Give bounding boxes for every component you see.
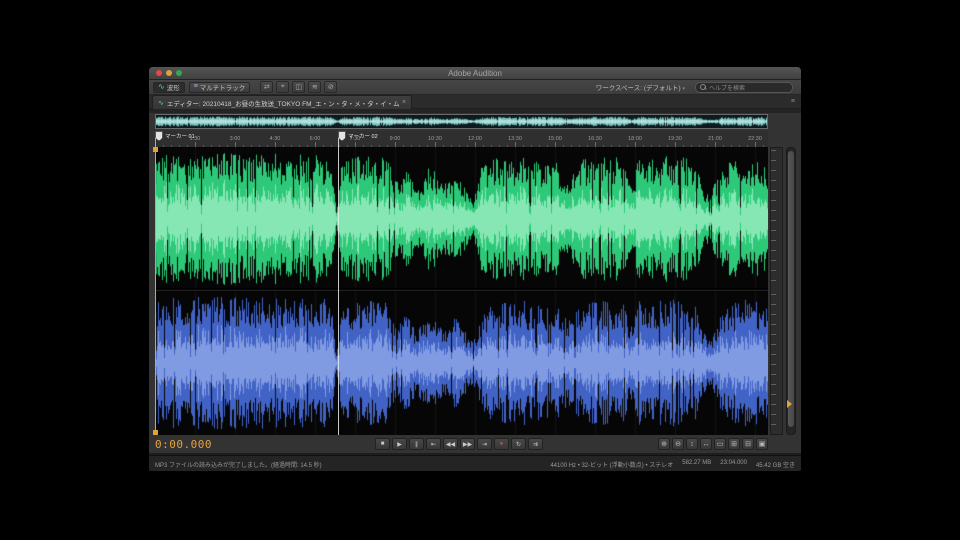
free-disk-space: 45.42 GB 空き (755, 462, 795, 469)
title-bar[interactable]: Adobe Audition (149, 67, 801, 80)
go-to-start-button[interactable]: ⇤ (426, 438, 441, 450)
ruler-time-label: 13:30 (508, 136, 522, 142)
marker-02-label: マーカー 02 (348, 134, 378, 140)
transport-bar: 0:00.000 ■ ▶ ∥ ⇤ ◀◀ ▶▶ ⇥ ● ↻ ⇉ ⊕ ⊖ ↕ ↔ ▭ ⊞ ⊟ ▣ (149, 437, 801, 452)
stereo-waveform-canvas (155, 147, 768, 435)
marker-flag-icon[interactable] (338, 131, 346, 141)
format-info: 44100 Hz • 32-ビット (浮動小数点) • ステレオ (550, 462, 674, 469)
status-bar: MP3 ファイルの読み込みが完了しました。(経過時間: 14.5 秒) 4410… (149, 455, 801, 471)
marker-position-line (338, 131, 339, 435)
waveform-icon: ∿ (158, 82, 165, 91)
help-search-input[interactable]: ヘルプを検索 (695, 81, 793, 93)
time-display: 0:00.000 (155, 438, 212, 451)
tool-icon-group: ⇄ ⌖ ◫ ≋ ⊘ (260, 81, 338, 93)
panel-menu-icon[interactable]: ≡ (791, 98, 796, 105)
waveform-view-label: 波形 (166, 85, 180, 92)
ruler-time-label: 19:30 (668, 136, 682, 142)
zoom-out-vertical-button[interactable]: ↔ (700, 438, 712, 450)
ruler-time-label: 16:30 (588, 136, 602, 142)
file-info: 44100 Hz • 32-ビット (浮動小数点) • ステレオ 582.27 … (550, 460, 795, 469)
playhead-bottom-handle[interactable] (153, 430, 158, 435)
vertical-scrollbar[interactable] (786, 147, 796, 435)
ruler-time-label: 10:30 (428, 136, 442, 142)
amplitude-ruler (770, 147, 783, 435)
video-frame: Adobe Audition ∿ 波形 ≡ マルチトラック ⇄ ⌖ ◫ ≋ ⊘ ワークス… (0, 0, 960, 540)
ruler-time-label: 3:00 (229, 136, 241, 142)
file-duration: 23:04.000 (720, 459, 747, 466)
zoom-in-horizontal-button[interactable]: ⊕ (658, 438, 670, 450)
slip-tool-icon[interactable]: ⊘ (324, 81, 338, 93)
loop-playback-button[interactable]: ↻ (511, 438, 526, 450)
search-placeholder: ヘルプを検索 (709, 85, 746, 92)
file-size: 582.27 MB (682, 459, 712, 466)
audio-file-icon: ∿ (158, 99, 164, 107)
marker-flag-icon[interactable] (155, 131, 163, 141)
search-icon (700, 84, 706, 90)
rewind-button[interactable]: ◀◀ (443, 438, 458, 450)
ruler-time-label: 21:00 (708, 136, 722, 142)
close-tab-icon[interactable]: × (402, 99, 406, 106)
editor-tab-label: エディター: 20210418_お昼の生放送_TOKYO FM_エ・ン・タ・メ・… (166, 100, 399, 108)
zoom-out-horizontal-button[interactable]: ⊖ (672, 438, 684, 450)
ruler-time-label: 6:00 (309, 136, 321, 142)
editor-tab[interactable]: ∿ エディター: 20210418_お昼の生放送_TOKYO FM_エ・ン・タ・… (152, 95, 412, 109)
multitrack-view-label: マルチトラック (199, 85, 246, 92)
vertical-scrollbar-thumb[interactable] (788, 151, 794, 427)
overview-waveform (156, 115, 767, 128)
selection-marker-icon (787, 400, 792, 408)
zoom-out-selection-button[interactable]: ⊟ (742, 438, 754, 450)
stop-button[interactable]: ■ (375, 438, 390, 450)
marker-02[interactable]: マーカー 02 (338, 131, 378, 141)
tab-bar: ∿ エディター: 20210418_お昼の生放送_TOKYO FM_エ・ン・タ・… (149, 95, 801, 109)
panel-divider (149, 109, 801, 113)
spectral-display-icon[interactable]: ≋ (308, 81, 322, 93)
skip-selection-button[interactable]: ⇉ (528, 438, 543, 450)
transport-buttons: ■ ▶ ∥ ⇤ ◀◀ ▶▶ ⇥ ● ↻ ⇉ (375, 438, 543, 450)
marker-01[interactable]: マーカー 01 (155, 131, 195, 141)
ruler-time-label: 4:30 (269, 136, 281, 142)
zoom-in-selection-button[interactable]: ▭ (714, 438, 726, 450)
record-button[interactable]: ● (494, 438, 509, 450)
waveform-display[interactable] (155, 147, 768, 435)
chevron-down-icon: ▾ (682, 86, 685, 92)
zoom-selection-button[interactable]: ⊞ (728, 438, 740, 450)
letterbox-bottom (0, 487, 960, 540)
status-message: MP3 ファイルの読み込みが完了しました。(経過時間: 14.5 秒) (155, 462, 322, 469)
pause-button[interactable]: ∥ (409, 438, 424, 450)
razor-tool-icon[interactable]: ◫ (292, 81, 306, 93)
fast-forward-button[interactable]: ▶▶ (460, 438, 475, 450)
ruler-time-label: 18:00 (628, 136, 642, 142)
move-tool-icon[interactable]: ⇄ (260, 81, 274, 93)
window-title: Adobe Audition (448, 69, 502, 78)
letterbox-top (0, 0, 960, 64)
zoom-buttons: ⊕ ⊖ ↕ ↔ ▭ ⊞ ⊟ ▣ (658, 438, 768, 450)
multitrack-view-button[interactable]: ≡ マルチトラック (188, 81, 251, 93)
workspace-label: ワークスペース: (デフォルト) (595, 85, 681, 92)
waveform-view-button[interactable]: ∿ 波形 (153, 81, 185, 93)
ruler-time-label: 9:00 (389, 136, 401, 142)
audition-window: Adobe Audition ∿ 波形 ≡ マルチトラック ⇄ ⌖ ◫ ≋ ⊘ ワークス… (149, 67, 801, 471)
ruler-time-label: 22:30 (748, 136, 762, 142)
workspace-selector[interactable]: ワークスペース: (デフォルト) ▾ (596, 82, 685, 92)
play-button[interactable]: ▶ (392, 438, 407, 450)
time-selection-tool-icon[interactable]: ⌖ (276, 81, 290, 93)
playhead-line[interactable] (155, 131, 156, 435)
waveform-overview-navigator[interactable] (155, 114, 768, 129)
ruler-time-label: 15:00 (548, 136, 562, 142)
go-to-end-button[interactable]: ⇥ (477, 438, 492, 450)
zoom-in-vertical-button[interactable]: ↕ (686, 438, 698, 450)
multitrack-icon: ≡ (193, 83, 198, 90)
toolbar: ∿ 波形 ≡ マルチトラック ⇄ ⌖ ◫ ≋ ⊘ ワークスペース: (デフォルト) ▾ … (149, 80, 801, 95)
zoom-full-button[interactable]: ▣ (756, 438, 768, 450)
playhead-top-handle[interactable] (153, 147, 158, 152)
timeline-ruler[interactable]: 1:30 3:00 4:30 6:00 7:30 9:00 10:30 12:00 13:30 1… (155, 131, 768, 148)
ruler-time-label: 12:00 (468, 136, 482, 142)
marker-01-label: マーカー 01 (165, 134, 195, 140)
